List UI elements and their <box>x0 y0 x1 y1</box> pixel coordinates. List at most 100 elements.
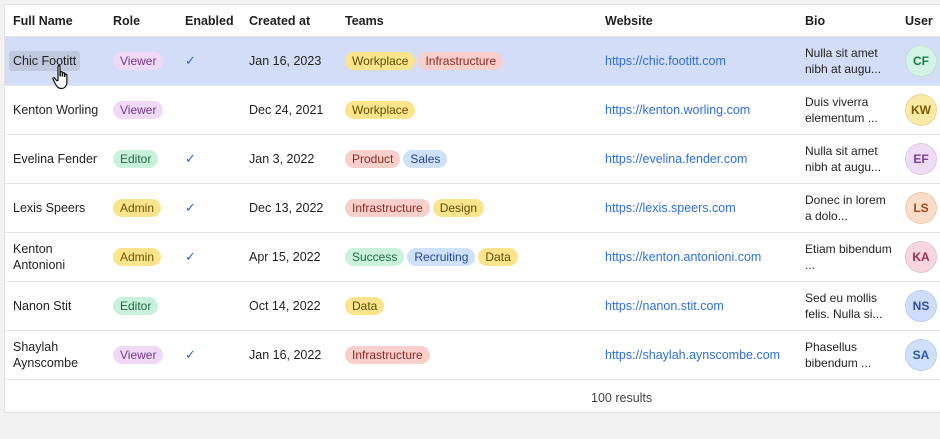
bio-cell: Sed eu mollis felis. Nulla si... <box>797 281 897 331</box>
team-badge: Workplace <box>345 52 416 70</box>
table-footer: 100 results <box>5 347 940 411</box>
website-link[interactable]: https://nanon.stit.com <box>605 299 724 313</box>
teams-cell: Data <box>337 281 597 331</box>
table-row[interactable]: Evelina Fender Editor ✓ Jan 3, 2022 Product S… <box>5 134 940 184</box>
full-name-cell[interactable]: Lexis Speers <box>5 183 105 233</box>
created-at-cell: Jan 3, 2022 <box>241 134 337 184</box>
column-header-website[interactable]: Website <box>597 5 797 37</box>
results-count: 100 results <box>591 391 653 405</box>
bio-cell: Donec in lorem a dolo... <box>797 183 897 233</box>
website-link[interactable]: https://lexis.speers.com <box>605 201 736 215</box>
enabled-cell: ✓ <box>177 36 241 86</box>
full-name-text: Kenton Antonioni <box>13 242 66 272</box>
enabled-cell: ✓ <box>177 232 241 282</box>
enabled-cell <box>177 85 241 135</box>
website-cell: https://kenton.worling.com <box>597 85 797 135</box>
avatar[interactable]: KW <box>905 94 937 126</box>
role-cell: Editor <box>105 281 177 331</box>
table-row[interactable]: Nanon Stit Editor Oct 14, 2022 Data https://… <box>5 281 940 331</box>
team-badge: Sales <box>403 150 448 168</box>
table-body: Chic Footitt Viewer ✓ Jan 16, 2023 Workplace… <box>5 36 940 380</box>
website-cell: https://chic.footitt.com <box>597 36 797 86</box>
website-cell: https://lexis.speers.com <box>597 183 797 233</box>
avatar[interactable]: KA <box>905 241 937 273</box>
check-icon: ✓ <box>185 53 196 68</box>
team-badge: Design <box>432 199 485 217</box>
bio-cell: Duis viverra elementum ... <box>797 85 897 135</box>
bio-cell: Nulla sit amet nibh at augu... <box>797 134 897 184</box>
role-badge: Viewer <box>113 52 164 70</box>
teams-cell: Success Recruiting Data <box>337 232 597 282</box>
check-icon: ✓ <box>185 249 196 264</box>
avatar[interactable]: CF <box>905 45 937 77</box>
role-cell: Editor <box>105 134 177 184</box>
avatar[interactable]: EF <box>905 143 937 175</box>
user-cell: NS <box>897 281 940 331</box>
user-cell: KW <box>897 85 940 135</box>
full-name-cell[interactable]: Kenton Antonioni <box>5 232 105 282</box>
website-cell: https://evelina.fender.com <box>597 134 797 184</box>
check-icon: ✓ <box>185 200 196 215</box>
full-name-cell[interactable]: Nanon Stit <box>5 281 105 331</box>
column-header-user[interactable]: User <box>897 5 940 37</box>
column-header-bio[interactable]: Bio <box>797 5 897 37</box>
full-name-cell[interactable]: Evelina Fender <box>5 134 105 184</box>
teams-cell: Product Sales <box>337 134 597 184</box>
table-row[interactable]: Kenton Worling Viewer Dec 24, 2021 Workplac… <box>5 85 940 135</box>
enabled-cell: ✓ <box>177 183 241 233</box>
column-header-created-at[interactable]: Created at <box>241 5 337 37</box>
avatar[interactable]: LS <box>905 192 937 224</box>
hand-pointer-icon <box>52 65 68 90</box>
user-cell: LS <box>897 183 940 233</box>
full-name-text: Evelina Fender <box>13 152 98 166</box>
team-badge: Recruiting <box>407 248 476 266</box>
bio-text: Nulla sit amet nibh at augu... <box>805 144 882 174</box>
teams-cell: Workplace <box>337 85 597 135</box>
role-badge: Viewer <box>113 101 164 119</box>
bio-text: Etiam bibendum ... <box>805 242 892 272</box>
avatar[interactable]: NS <box>905 290 937 322</box>
website-cell: https://kenton.antonioni.com <box>597 232 797 282</box>
website-link[interactable]: https://evelina.fender.com <box>605 152 747 166</box>
team-badge: Infrastructure <box>418 52 504 70</box>
website-link[interactable]: https://kenton.worling.com <box>605 103 750 117</box>
users-table-card: Full Name Role Enabled Created at Teams … <box>4 4 940 413</box>
header-row: Full Name Role Enabled Created at Teams … <box>5 5 940 37</box>
created-at-cell: Oct 14, 2022 <box>241 281 337 331</box>
full-name-text: Lexis Speers <box>13 201 86 215</box>
bio-cell: Etiam bibendum ... <box>797 232 897 282</box>
bio-cell: Nulla sit amet nibh at augu... <box>797 36 897 86</box>
column-header-role[interactable]: Role <box>105 5 177 37</box>
role-badge: Editor <box>113 297 159 315</box>
column-header-enabled[interactable]: Enabled <box>177 5 241 37</box>
teams-cell: Infrastructure Design <box>337 183 597 233</box>
column-header-teams[interactable]: Teams <box>337 5 597 37</box>
full-name-text: Kenton Worling <box>13 103 99 117</box>
created-at-cell: Apr 15, 2022 <box>241 232 337 282</box>
user-cell: CF <box>897 36 940 86</box>
role-badge: Editor <box>113 150 159 168</box>
table-row[interactable]: Kenton Antonioni Admin ✓ Apr 15, 2022 Succes… <box>5 232 940 282</box>
bio-text: Duis viverra elementum ... <box>805 95 878 125</box>
role-cell: Viewer <box>105 85 177 135</box>
table-row[interactable]: Lexis Speers Admin ✓ Dec 13, 2022 Infrastruc… <box>5 183 940 233</box>
user-cell: EF <box>897 134 940 184</box>
bio-text: Donec in lorem a dolo... <box>805 193 886 223</box>
full-name-text: Nanon Stit <box>13 299 72 313</box>
team-badge: Data <box>478 248 518 266</box>
user-cell: KA <box>897 232 940 282</box>
bio-text: Sed eu mollis felis. Nulla si... <box>805 291 883 321</box>
full-name-cell[interactable]: Kenton Worling <box>5 85 105 135</box>
website-link[interactable]: https://kenton.antonioni.com <box>605 250 761 264</box>
team-badge: Infrastructure <box>345 199 430 217</box>
users-table: Full Name Role Enabled Created at Teams … <box>5 5 940 380</box>
check-icon: ✓ <box>185 151 196 166</box>
table-row[interactable]: Chic Footitt Viewer ✓ Jan 16, 2023 Workplace… <box>5 36 940 86</box>
role-badge: Admin <box>113 248 162 266</box>
website-link[interactable]: https://chic.footitt.com <box>605 54 726 68</box>
created-at-cell: Dec 24, 2021 <box>241 85 337 135</box>
bio-text: Nulla sit amet nibh at augu... <box>805 46 882 76</box>
created-at-cell: Jan 16, 2023 <box>241 36 337 86</box>
created-at-cell: Dec 13, 2022 <box>241 183 337 233</box>
column-header-full-name[interactable]: Full Name <box>5 5 105 37</box>
